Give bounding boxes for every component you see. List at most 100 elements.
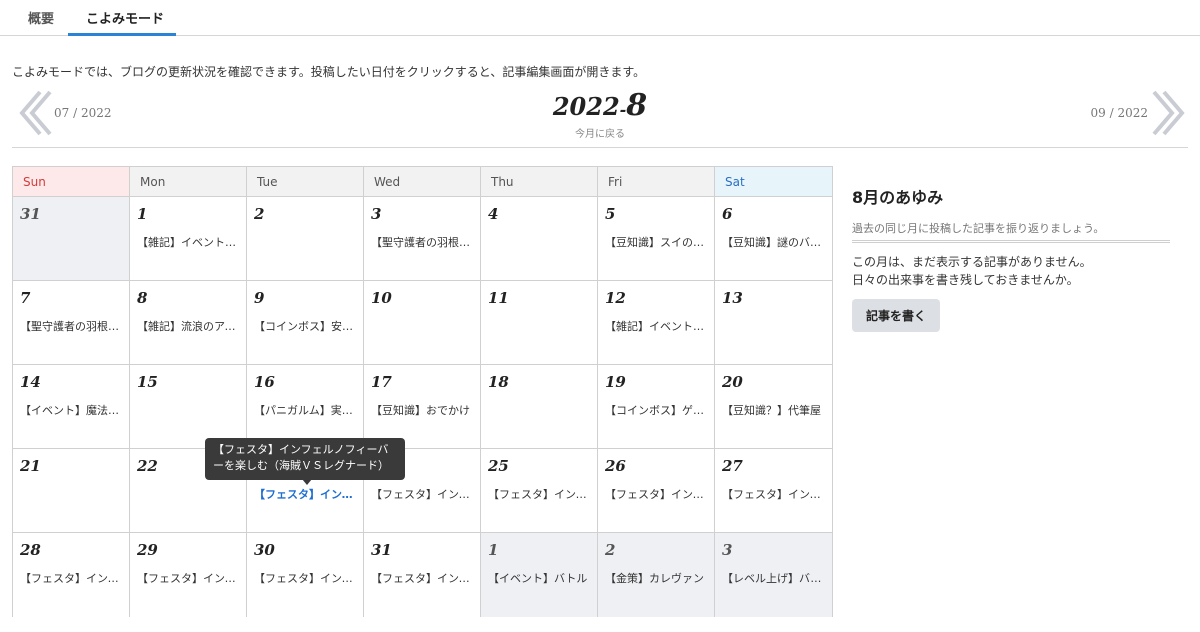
day-number: 31: [20, 205, 41, 223]
post-title-link[interactable]: 【雑記】流浪のアイテム: [137, 318, 243, 334]
day-number: 26: [605, 457, 626, 475]
post-title-link[interactable]: 【豆知識？】代筆屋: [722, 402, 828, 418]
next-month-label: 09 / 2022: [1090, 106, 1148, 120]
chevron-right-icon: [1152, 90, 1185, 136]
post-title-link[interactable]: 【レベル上げ】バトル: [722, 570, 828, 586]
post-tooltip: 【フェスタ】インフェルノフィーバーを楽しむ（海賊ＶＳレグナード）: [205, 438, 405, 480]
post-title-link[interactable]: 【フェスタ】インフェルノ: [20, 570, 126, 586]
post-title-link[interactable]: 【聖守護者の羽根について】: [20, 318, 126, 334]
day-number: 6: [722, 205, 733, 223]
post-title-link[interactable]: 【フェスタ】インフェルノ: [254, 570, 360, 586]
history-subtitle: 過去の同じ月に投稿した記事を振り返りましょう。: [852, 220, 1170, 243]
calendar-day-cell[interactable]: 9 【コインボス】安定周回: [247, 281, 364, 365]
history-title: 8月のあゆみ: [852, 188, 944, 207]
day-number: 29: [137, 541, 158, 559]
day-number: 25: [488, 457, 509, 475]
header-divider: [12, 147, 1188, 148]
post-title-link[interactable]: 【雑記】イベントのお知らせ: [605, 318, 711, 334]
day-number: 28: [20, 541, 41, 559]
calendar-day-cell[interactable]: 4: [481, 197, 598, 281]
back-to-current-month-link[interactable]: 今月に戻る: [0, 125, 1200, 140]
calendar-day-cell[interactable]: 16 【パニガルム】実践編: [247, 365, 364, 449]
day-number: 27: [722, 457, 743, 475]
calendar-day-cell[interactable]: 2 【金策】カレヴァン: [598, 533, 715, 617]
weekday-fri: Fri: [598, 167, 715, 196]
calendar-day-cell[interactable]: 1 【雑記】イベントのお知らせ: [130, 197, 247, 281]
post-title-link[interactable]: 【フェスタ】インフェルノ: [137, 570, 243, 586]
day-number: 20: [722, 373, 743, 391]
calendar-day-cell[interactable]: 21: [13, 449, 130, 533]
calendar-day-cell[interactable]: 25 【フェスタ】インフェルノ: [481, 449, 598, 533]
month-title-month: 8: [626, 88, 648, 123]
calendar-day-cell[interactable]: 11: [481, 281, 598, 365]
post-title-link[interactable]: 【イベント】バトル: [488, 570, 594, 586]
calendar-day-cell[interactable]: 17 【豆知識】おでかけ: [364, 365, 481, 449]
post-title-link[interactable]: 【コインボス】安定周回: [254, 318, 360, 334]
month-title: 2022-8: [0, 88, 1200, 123]
calendar-day-cell[interactable]: 28 【フェスタ】インフェルノ: [13, 533, 130, 617]
post-title-link[interactable]: 【金策】カレヴァン: [605, 570, 711, 586]
weekday-wed: Wed: [364, 167, 481, 196]
write-article-button[interactable]: 記事を書く: [852, 299, 941, 332]
day-number: 3: [371, 205, 382, 223]
post-title-link[interactable]: 【雑記】イベントのお知らせ: [137, 234, 243, 250]
weekday-mon: Mon: [130, 167, 247, 196]
day-number: 19: [605, 373, 626, 391]
weekday-tue: Tue: [247, 167, 364, 196]
day-number: 31: [371, 541, 392, 559]
post-title-link[interactable]: 【豆知識】謎のバッジ: [722, 234, 828, 250]
post-title-link[interactable]: 【豆知識】スイのおはなし: [605, 234, 711, 250]
calendar-day-cell[interactable]: 13: [715, 281, 832, 365]
calendar-day-cell[interactable]: 5 【豆知識】スイのおはなし: [598, 197, 715, 281]
calendar-day-cell[interactable]: 10: [364, 281, 481, 365]
calendar-day-cell[interactable]: 20 【豆知識？】代筆屋: [715, 365, 832, 449]
calendar-day-cell[interactable]: 15: [130, 365, 247, 449]
day-number: 30: [254, 541, 275, 559]
day-number: 5: [605, 205, 616, 223]
calendar-day-cell[interactable]: 8 【雑記】流浪のアイテム: [130, 281, 247, 365]
calendar-day-cell[interactable]: 1 【イベント】バトル: [481, 533, 598, 617]
weekday-thu: Thu: [481, 167, 598, 196]
tab-calendar-mode[interactable]: こよみモード: [86, 8, 164, 27]
post-title-link[interactable]: 【イベント】魔法の書: [20, 402, 126, 418]
calendar-day-cell[interactable]: 6 【豆知識】謎のバッジ: [715, 197, 832, 281]
calendar-day-cell[interactable]: 3 【レベル上げ】バトル: [715, 533, 832, 617]
day-number: 15: [137, 373, 158, 391]
post-title-link[interactable]: 【豆知識】おでかけ: [371, 402, 477, 418]
calendar-day-cell[interactable]: 14 【イベント】魔法の書: [13, 365, 130, 449]
calendar-day-cell[interactable]: 30 【フェスタ】インフェルノ: [247, 533, 364, 617]
calendar-day-cell[interactable]: 31 【フェスタ】インフェルノ: [364, 533, 481, 617]
post-title-link[interactable]: 【フェスタ】インフェルノ: [371, 486, 477, 502]
post-title-link[interactable]: 【聖守護者の羽根について】: [371, 234, 477, 250]
post-title-link[interactable]: 【フェスタ】インフェルノ: [254, 486, 360, 502]
history-empty-line-1: この月は、まだ表示する記事がありません。: [852, 255, 1092, 269]
calendar-day-cell[interactable]: 26 【フェスタ】インフェルノ: [598, 449, 715, 533]
calendar-day-cell[interactable]: 2: [247, 197, 364, 281]
weekday-sat: Sat: [715, 167, 832, 196]
post-title-link[interactable]: 【コインボス】ゲルニック: [605, 402, 711, 418]
tab-overview[interactable]: 概要: [28, 8, 54, 27]
tab-bar: 概要 こよみモード: [0, 0, 1200, 36]
calendar-day-cell[interactable]: 31: [13, 197, 130, 281]
day-number: 16: [254, 373, 275, 391]
calendar-day-cell[interactable]: 29 【フェスタ】インフェルノ: [130, 533, 247, 617]
day-number: 2: [605, 541, 616, 559]
post-title-link[interactable]: 【フェスタ】インフェルノ: [488, 486, 594, 502]
day-number: 21: [20, 457, 41, 475]
day-number: 18: [488, 373, 509, 391]
calendar-day-cell[interactable]: 3 【聖守護者の羽根について】: [364, 197, 481, 281]
post-title-link[interactable]: 【パニガルム】実践編: [254, 402, 360, 418]
calendar-day-cell[interactable]: 27 【フェスタ】インフェルノ: [715, 449, 832, 533]
day-number: 12: [605, 289, 626, 307]
post-title-link[interactable]: 【フェスタ】インフェルノ: [605, 486, 711, 502]
post-title-link[interactable]: 【フェスタ】インフェルノ: [722, 486, 828, 502]
day-number: 7: [20, 289, 31, 307]
next-month-link[interactable]: 09 / 2022: [1066, 90, 1186, 136]
post-title-link[interactable]: 【フェスタ】インフェルノ: [371, 570, 477, 586]
day-number: 2: [254, 205, 265, 223]
day-number: 17: [371, 373, 392, 391]
calendar-day-cell[interactable]: 18: [481, 365, 598, 449]
calendar-day-cell[interactable]: 19 【コインボス】ゲルニック: [598, 365, 715, 449]
calendar-day-cell[interactable]: 7 【聖守護者の羽根について】: [13, 281, 130, 365]
calendar-day-cell[interactable]: 12 【雑記】イベントのお知らせ: [598, 281, 715, 365]
